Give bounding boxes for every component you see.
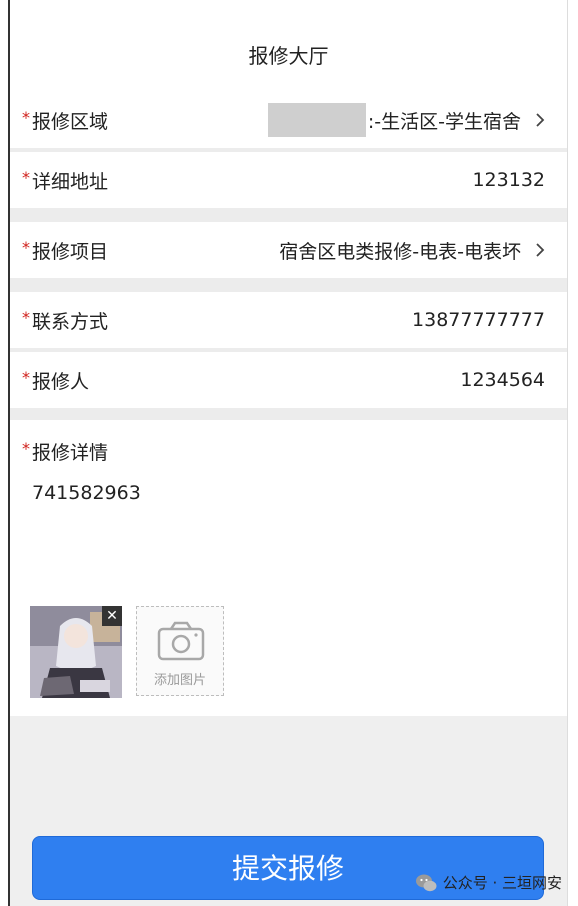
repair-detail-label: 报修详情 xyxy=(32,442,109,464)
required-mark: * xyxy=(22,107,30,127)
contact-row[interactable]: * 联系方式 13877777777 xyxy=(10,292,567,348)
repair-item-label-group: * 报修项目 xyxy=(22,237,108,264)
repair-area-label: 报修区域 xyxy=(32,110,109,133)
address-label-group: * 详细地址 xyxy=(22,167,108,194)
repair-detail-section: * 报修详情 741582963 ✕ 添加图片 xyxy=(10,420,567,716)
camera-icon xyxy=(157,621,205,661)
repair-item-row[interactable]: * 报修项目 宿舍区电类报修-电表-电表坏 xyxy=(10,222,567,278)
repair-item-label: 报修项目 xyxy=(32,240,109,263)
repair-area-value-group: :-生活区-学生宿舍 xyxy=(267,103,549,137)
wechat-icon xyxy=(415,874,437,891)
chevron-right-icon xyxy=(536,113,545,127)
contact-label-group: * 联系方式 xyxy=(22,307,108,334)
required-mark: * xyxy=(22,167,30,187)
redacted-block xyxy=(267,103,366,137)
repair-area-row[interactable]: * 报修区域 :-生活区-学生宿舍 xyxy=(10,92,567,148)
section-gap xyxy=(10,278,567,292)
repair-area-label-group: * 报修区域 xyxy=(22,107,108,134)
app-header: 报修大厅 xyxy=(10,0,567,94)
repair-item-value-group: 宿舍区电类报修-电表-电表坏 xyxy=(279,237,549,264)
reporter-row[interactable]: * 报修人 1234564 xyxy=(10,352,567,408)
reporter-label-group: * 报修人 xyxy=(22,367,89,394)
repair-detail-textarea[interactable]: 741582963 xyxy=(32,482,141,504)
watermark: 公众号 · 三垣网安 xyxy=(415,872,562,893)
address-label: 详细地址 xyxy=(32,170,109,193)
required-mark: * xyxy=(22,237,30,257)
address-value: 123132 xyxy=(472,169,545,191)
section-gap xyxy=(10,408,567,420)
watermark-text: 公众号 · 三垣网安 xyxy=(442,874,562,892)
required-mark: * xyxy=(22,307,30,327)
reporter-value: 1234564 xyxy=(460,369,545,391)
remove-image-button[interactable]: ✕ xyxy=(102,606,122,626)
contact-value: 13877777777 xyxy=(412,309,545,331)
required-mark: * xyxy=(22,439,30,458)
chevron-right-icon xyxy=(536,243,545,257)
app-frame: 报修大厅 * 报修区域 :-生活区-学生宿舍 * 详细地址 123132 * 报… xyxy=(8,0,568,906)
address-row[interactable]: * 详细地址 123132 xyxy=(10,152,567,208)
page-title: 报修大厅 xyxy=(248,44,329,68)
repair-detail-label-group: * 报修详情 xyxy=(22,438,108,465)
repair-item-value: 宿舍区电类报修-电表-电表坏 xyxy=(279,240,521,263)
section-gap xyxy=(10,208,567,222)
reporter-label: 报修人 xyxy=(32,370,90,393)
uploaded-image-thumbnail[interactable]: ✕ xyxy=(30,606,122,698)
required-mark: * xyxy=(22,367,30,387)
repair-area-value: :-生活区-学生宿舍 xyxy=(367,110,521,133)
add-image-button[interactable]: 添加图片 xyxy=(136,606,224,696)
add-image-label: 添加图片 xyxy=(153,673,206,688)
contact-label: 联系方式 xyxy=(32,310,109,333)
